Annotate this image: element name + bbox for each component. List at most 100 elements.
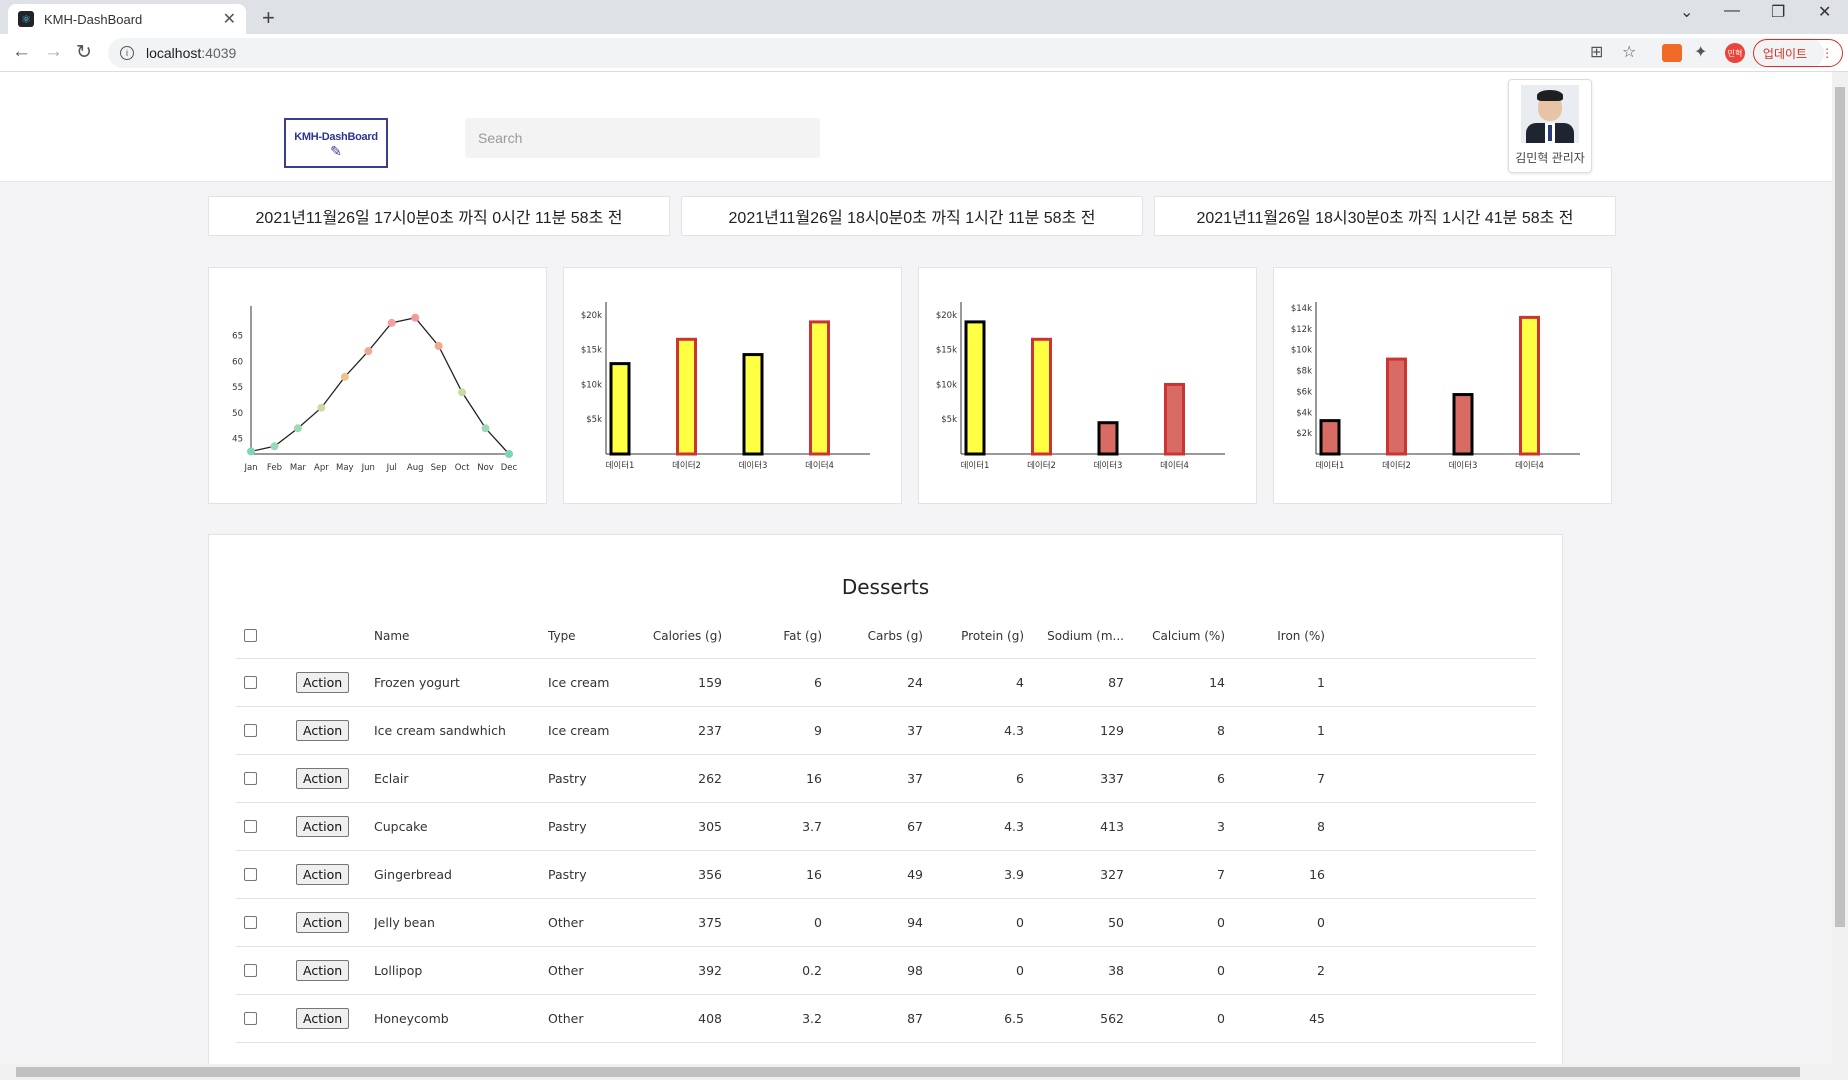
action-button[interactable]: Action (296, 960, 350, 981)
more-menu-icon[interactable]: ⋮ (1821, 46, 1833, 60)
restore-icon[interactable]: ❐ (1771, 2, 1785, 22)
row-checkbox[interactable] (244, 964, 257, 977)
row-checkbox[interactable] (244, 820, 257, 833)
table-row[interactable]: Action Ice cream sandwhich Ice cream 237 9 37… (236, 707, 1536, 755)
bookmark-star-icon[interactable]: ☆ (1622, 42, 1636, 62)
table-row[interactable]: Action Jelly bean Other 375 0 94 0 50 0 0 (236, 899, 1536, 947)
site-info-icon[interactable]: i (120, 46, 134, 60)
table-cell: 3.7 (802, 819, 822, 834)
bar (676, 337, 697, 456)
table-cell: 356 (698, 867, 722, 882)
x-tick-label: Feb (267, 463, 282, 473)
extension-off-icon[interactable] (1662, 44, 1682, 62)
data-point (434, 342, 443, 350)
table-cell: 6 (1217, 771, 1225, 786)
minimize-icon[interactable]: — (1724, 2, 1740, 20)
y-tick-label: $15k (936, 346, 957, 356)
table-cell: 94 (907, 915, 923, 930)
table-row[interactable]: Action Cupcake Pastry 305 3.7 67 4.3 413 3 8 (236, 803, 1536, 851)
table-cell: 7 (1317, 771, 1325, 786)
column-header: Calories (g) (652, 628, 722, 643)
action-button[interactable]: Action (296, 912, 350, 933)
row-action-cell: Action (296, 755, 366, 802)
table-cell: Other (548, 1011, 584, 1026)
user-profile-card[interactable]: 김민혁 관리자 (1508, 79, 1592, 173)
table-cell: 305 (698, 819, 722, 834)
close-window-icon[interactable]: ✕ (1818, 2, 1831, 22)
table-cell: Other (548, 915, 584, 930)
extensions-puzzle-icon[interactable]: ✦ (1694, 42, 1707, 62)
logo-text: KMH-DashBoard (294, 131, 378, 143)
bar (1031, 337, 1052, 456)
table-cell: 50 (1108, 915, 1124, 930)
action-button[interactable]: Action (296, 720, 350, 741)
action-button[interactable]: Action (296, 768, 350, 789)
back-icon[interactable]: ← (12, 41, 31, 63)
tab-search-icon[interactable]: ⌄ (1680, 2, 1693, 22)
x-tick-label: 데이터4 (805, 460, 834, 471)
table-cell: 38 (1108, 963, 1124, 978)
update-button[interactable]: 업데이트 ⋮ (1753, 39, 1843, 67)
bar-chart-1: $5k $10k $15k $20k 데이터1 데이터2 데이터3 데이터4 (581, 302, 870, 471)
row-select-cell (244, 803, 264, 850)
horizontal-scroll-thumb[interactable] (16, 1067, 1800, 1077)
table-cell: Eclair (374, 771, 409, 786)
data-point (293, 424, 302, 433)
app-logo[interactable]: KMH-DashBoard ✎ (284, 118, 388, 168)
table-cell: 408 (698, 1011, 722, 1026)
table-cell: 3.9 (1004, 867, 1024, 882)
action-button[interactable]: Action (296, 864, 350, 885)
app-header: KMH-DashBoard ✎ 김민혁 관리자 (0, 72, 1832, 182)
x-tick-label: 데이터3 (1094, 460, 1123, 471)
bar-chart-2: $5k $10k $15k $20k 데이터1 데이터2 데이터3 데이터4 (936, 302, 1225, 471)
row-checkbox[interactable] (244, 772, 257, 785)
table-row[interactable]: Action Honeycomb Other 408 3.2 87 6.5 562 0 45 (236, 995, 1536, 1043)
action-button[interactable]: Action (296, 672, 350, 693)
column-header: Protein (g) (961, 628, 1024, 643)
x-tick-label: Sep (431, 463, 447, 473)
row-action-cell: Action (296, 851, 366, 898)
table-cell: 0 (1217, 963, 1225, 978)
row-select-cell (244, 995, 264, 1042)
row-checkbox[interactable] (244, 724, 257, 737)
url-input[interactable]: i localhost:4039 (108, 38, 1824, 68)
search-input[interactable] (465, 118, 820, 158)
table-cell: 4.3 (1004, 819, 1024, 834)
data-point (458, 388, 467, 397)
forward-icon[interactable]: → (44, 41, 63, 63)
close-tab-icon[interactable]: ✕ (223, 9, 236, 29)
y-tick-label: $10k (581, 380, 602, 390)
table-cell: 16 (806, 771, 822, 786)
x-tick-label: 데이터1 (606, 460, 635, 471)
action-button[interactable]: Action (296, 816, 350, 837)
select-all-checkbox[interactable] (244, 629, 257, 642)
reload-icon[interactable]: ↻ (76, 41, 92, 64)
url-port: :4039 (201, 45, 237, 61)
vertical-scrollbar[interactable] (1832, 72, 1848, 1064)
table-row[interactable]: Action Frozen yogurt Ice cream 159 6 24 4 87 14 1 (236, 659, 1536, 707)
row-checkbox[interactable] (244, 1012, 257, 1025)
translate-icon[interactable]: ⊞ (1590, 42, 1603, 62)
table-cell: 87 (1108, 675, 1124, 690)
new-tab-icon[interactable]: + (262, 5, 275, 31)
bar-chart-card-3: $2k $4k $6k $8k $10k $12k $14k 데이터1 데이터2 데이터3 데이터4 (1273, 267, 1612, 504)
x-tick-label: 데이터2 (1027, 460, 1056, 471)
countdown-card-2: 2021년11월26일 18시0분0초 까직 1시간 11분 58초 전 (681, 196, 1143, 236)
table-cell: Pastry (548, 867, 587, 882)
table-cell: 98 (907, 963, 923, 978)
row-checkbox[interactable] (244, 916, 257, 929)
row-checkbox[interactable] (244, 676, 257, 689)
vertical-scroll-thumb[interactable] (1835, 87, 1845, 927)
row-checkbox[interactable] (244, 868, 257, 881)
address-bar: ← → ↻ i localhost:4039 ⊞ ☆ ✦ 민혁 업데이트 ⋮ (0, 34, 1848, 72)
table-row[interactable]: Action Eclair Pastry 262 16 37 6 337 6 7 (236, 755, 1536, 803)
profile-avatar[interactable]: 민혁 (1725, 43, 1745, 63)
browser-tab[interactable]: ⚛ KMH-DashBoard ✕ (8, 4, 246, 34)
horizontal-scrollbar[interactable] (0, 1064, 1848, 1080)
table-cell: 0 (1217, 1011, 1225, 1026)
table-row[interactable]: Action Gingerbread Pastry 356 16 49 3.9 327 7 16 (236, 851, 1536, 899)
action-button[interactable]: Action (296, 1008, 350, 1029)
table-row[interactable]: Action Lollipop Other 392 0.2 98 0 38 0 2 (236, 947, 1536, 995)
y-tick-label: $10k (936, 380, 957, 390)
y-tick-label: $15k (581, 346, 602, 356)
